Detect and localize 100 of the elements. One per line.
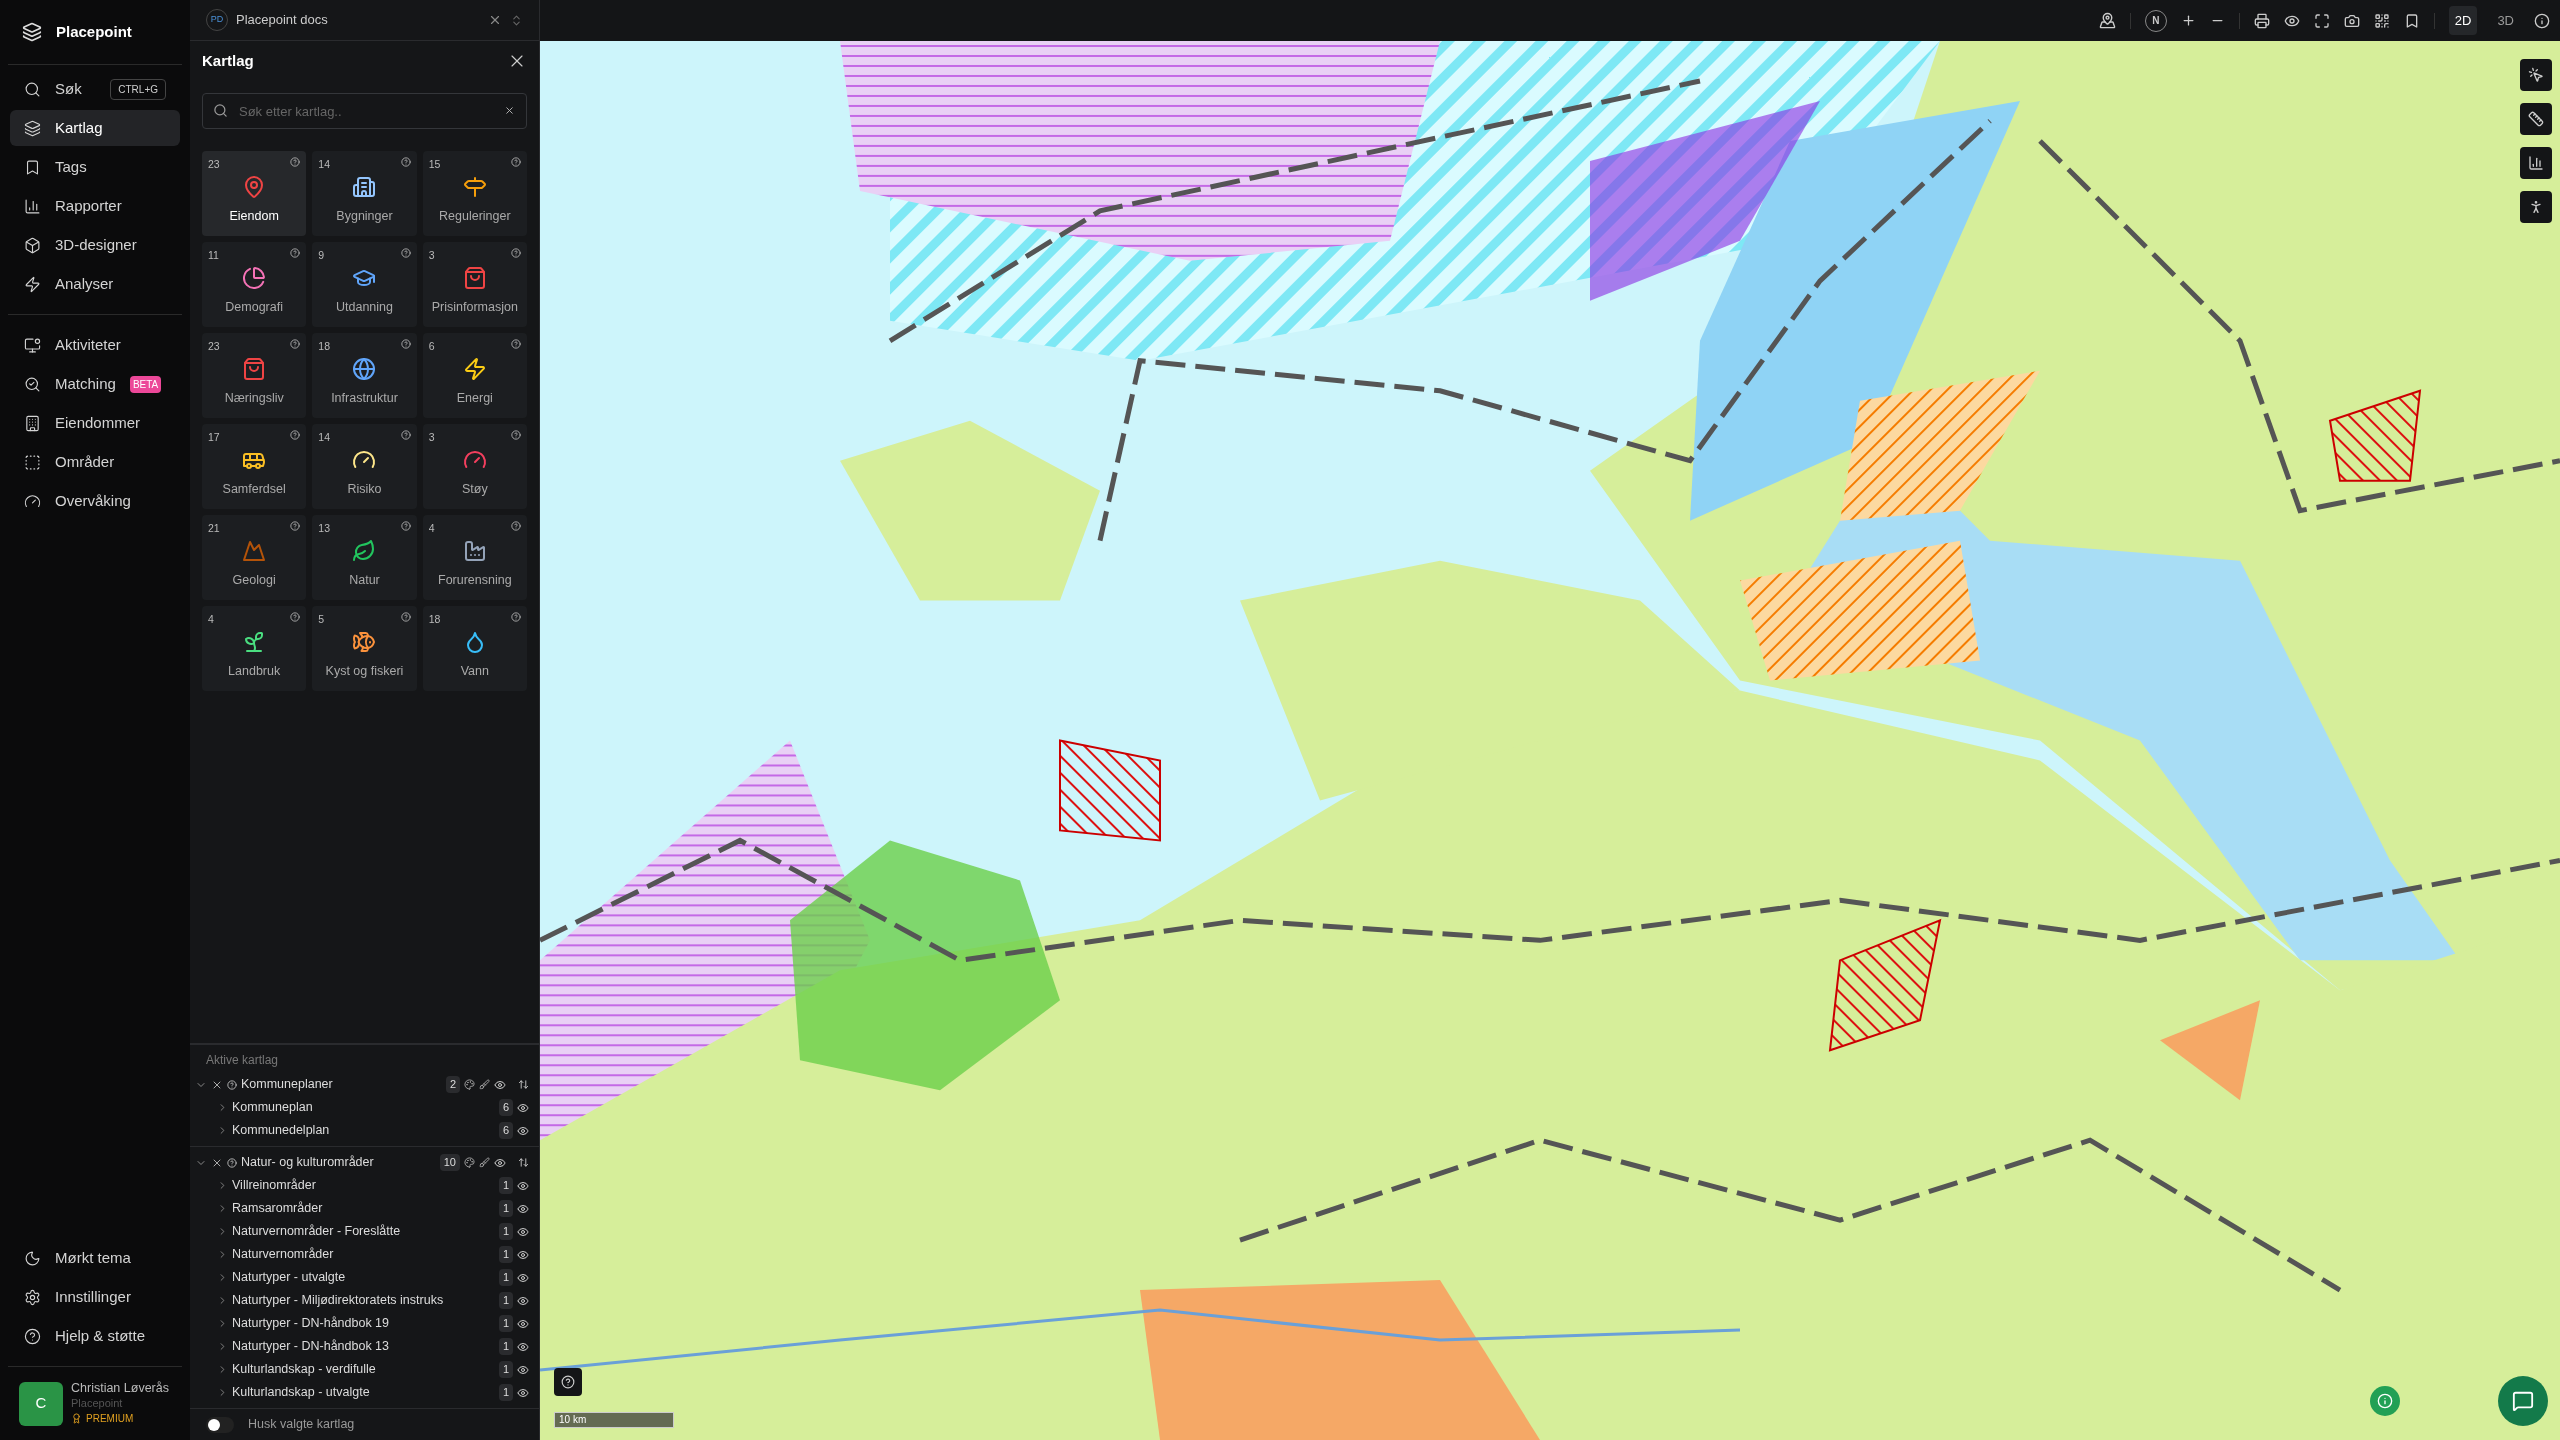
category-tile[interactable]: 5 Kyst og fiskeri: [312, 606, 417, 691]
category-tile[interactable]: 14 Bygninger: [312, 151, 417, 236]
close-icon[interactable]: [488, 13, 502, 27]
grid-icon[interactable]: [2373, 12, 2390, 29]
nav-item[interactable]: Matching BETA: [10, 366, 180, 402]
nav-item[interactable]: Søk CTRL+G: [10, 71, 180, 107]
help-icon[interactable]: [511, 339, 521, 349]
category-tile[interactable]: 17 Samferdsel: [202, 424, 307, 509]
reorder-icon[interactable]: [518, 1079, 529, 1090]
visibility-icon[interactable]: [517, 1317, 529, 1330]
nav-item[interactable]: 3D-designer: [10, 227, 180, 263]
help-icon[interactable]: [400, 430, 411, 440]
palette-icon[interactable]: [464, 1079, 475, 1090]
category-tile[interactable]: 18 Vann: [422, 606, 527, 691]
category-tile[interactable]: 13 Natur: [312, 515, 417, 600]
help-icon[interactable]: [290, 157, 301, 167]
help-icon[interactable]: [227, 1079, 237, 1090]
reorder-icon[interactable]: [518, 1157, 529, 1168]
nav-item[interactable]: Innstillinger: [10, 1279, 180, 1315]
help-button[interactable]: [554, 1368, 582, 1396]
category-tile[interactable]: 3 Prisinformasjon: [422, 242, 527, 327]
category-tile[interactable]: 4 Forurensning: [422, 515, 527, 600]
user-avatar[interactable]: C: [19, 1381, 63, 1426]
nav-label: Kartlag: [55, 117, 103, 138]
nav-item[interactable]: Aktiviteter: [10, 327, 180, 363]
print-icon[interactable]: [2253, 12, 2270, 29]
visibility-icon[interactable]: [517, 1101, 529, 1114]
category-label: Reguleringer: [439, 208, 511, 226]
category-tile[interactable]: 3 Støy: [422, 424, 527, 509]
help-icon[interactable]: [511, 430, 521, 440]
map-tool-button[interactable]: [2520, 103, 2552, 135]
category-icon: [242, 539, 267, 564]
visibility-icon[interactable]: [517, 1340, 529, 1353]
chevrons-icon[interactable]: [510, 13, 523, 27]
category-tile[interactable]: 9 Utdanning: [312, 242, 417, 327]
category-tile[interactable]: 14 Risiko: [312, 424, 417, 509]
category-tile[interactable]: 15 Reguleringer: [422, 151, 527, 236]
camera-icon[interactable]: [2343, 12, 2360, 29]
visibility-icon[interactable]: [517, 1202, 529, 1215]
category-label: Næringsliv: [224, 390, 284, 408]
map-tool-button[interactable]: [2520, 147, 2552, 179]
visibility-icon[interactable]: [494, 1156, 506, 1169]
help-icon[interactable]: [290, 339, 301, 349]
help-icon[interactable]: [400, 339, 411, 349]
visibility-icon[interactable]: [517, 1271, 529, 1284]
category-tile[interactable]: 4 Landbruk: [202, 606, 307, 691]
location-icon[interactable]: [2098, 12, 2116, 29]
visibility-icon[interactable]: [517, 1124, 529, 1137]
fullscreen-icon[interactable]: [2313, 12, 2330, 29]
palette-icon[interactable]: [464, 1157, 475, 1168]
nav-item[interactable]: Områder: [10, 444, 180, 480]
nav-item[interactable]: Analyser: [10, 266, 180, 302]
visibility-icon[interactable]: [517, 1179, 529, 1192]
help-icon[interactable]: [227, 1157, 237, 1168]
help-icon[interactable]: [290, 521, 301, 531]
help-icon[interactable]: [400, 157, 411, 167]
visibility-icon[interactable]: [517, 1225, 529, 1238]
category-count: 4: [208, 612, 214, 627]
visibility-icon[interactable]: [517, 1294, 529, 1307]
nav-item[interactable]: Rapporter: [10, 188, 180, 224]
map-tool-button[interactable]: [2520, 59, 2552, 91]
help-icon[interactable]: [290, 612, 301, 622]
info-icon[interactable]: [2534, 12, 2550, 29]
nav-item[interactable]: Kartlag: [10, 110, 180, 146]
help-icon[interactable]: [290, 248, 301, 258]
category-tile[interactable]: 11 Demografi: [202, 242, 307, 327]
mode-tab[interactable]: 2D: [2448, 6, 2478, 35]
category-tile[interactable]: 23 Eiendom: [202, 151, 307, 236]
clear-icon[interactable]: [504, 105, 515, 116]
visibility-icon[interactable]: [494, 1078, 506, 1091]
brush-icon[interactable]: [479, 1157, 490, 1168]
help-icon[interactable]: [400, 248, 411, 258]
map-tool-button[interactable]: [2520, 191, 2552, 223]
category-tile[interactable]: 21 Geologi: [202, 515, 307, 600]
nav-item[interactable]: Tags: [10, 149, 180, 185]
help-icon[interactable]: [511, 157, 521, 167]
zoom-in-icon[interactable]: [2180, 13, 2196, 28]
search-field[interactable]: Søk etter kartlag..: [202, 93, 527, 129]
visibility-icon[interactable]: [517, 1363, 529, 1376]
help-icon[interactable]: [400, 521, 411, 531]
toggle-switch[interactable]: [206, 1416, 234, 1433]
help-icon[interactable]: [290, 430, 301, 440]
chat-icon: [2512, 1390, 2534, 1412]
nav-item[interactable]: Eiendommer: [10, 405, 180, 441]
nav-item[interactable]: Mørkt tema: [10, 1240, 180, 1276]
brush-icon[interactable]: [479, 1079, 490, 1090]
category-tile[interactable]: 23 Næringsliv: [202, 333, 307, 418]
nav-item[interactable]: Hjelp & støtte: [10, 1318, 180, 1354]
help-icon[interactable]: [511, 612, 521, 622]
nav-item[interactable]: Overvåking: [10, 483, 180, 519]
panel-title: Kartlag: [202, 50, 254, 71]
visibility-icon[interactable]: [517, 1248, 529, 1261]
category-tile[interactable]: 18 Infrastruktur: [312, 333, 417, 418]
category-label: Samferdsel: [222, 481, 286, 499]
category-tile[interactable]: 6 Energi: [422, 333, 527, 418]
mode-tab[interactable]: 3D: [2491, 6, 2520, 35]
help-icon[interactable]: [511, 521, 521, 531]
help-icon[interactable]: [511, 248, 521, 258]
help-icon[interactable]: [400, 612, 411, 622]
visibility-icon[interactable]: [517, 1386, 529, 1399]
